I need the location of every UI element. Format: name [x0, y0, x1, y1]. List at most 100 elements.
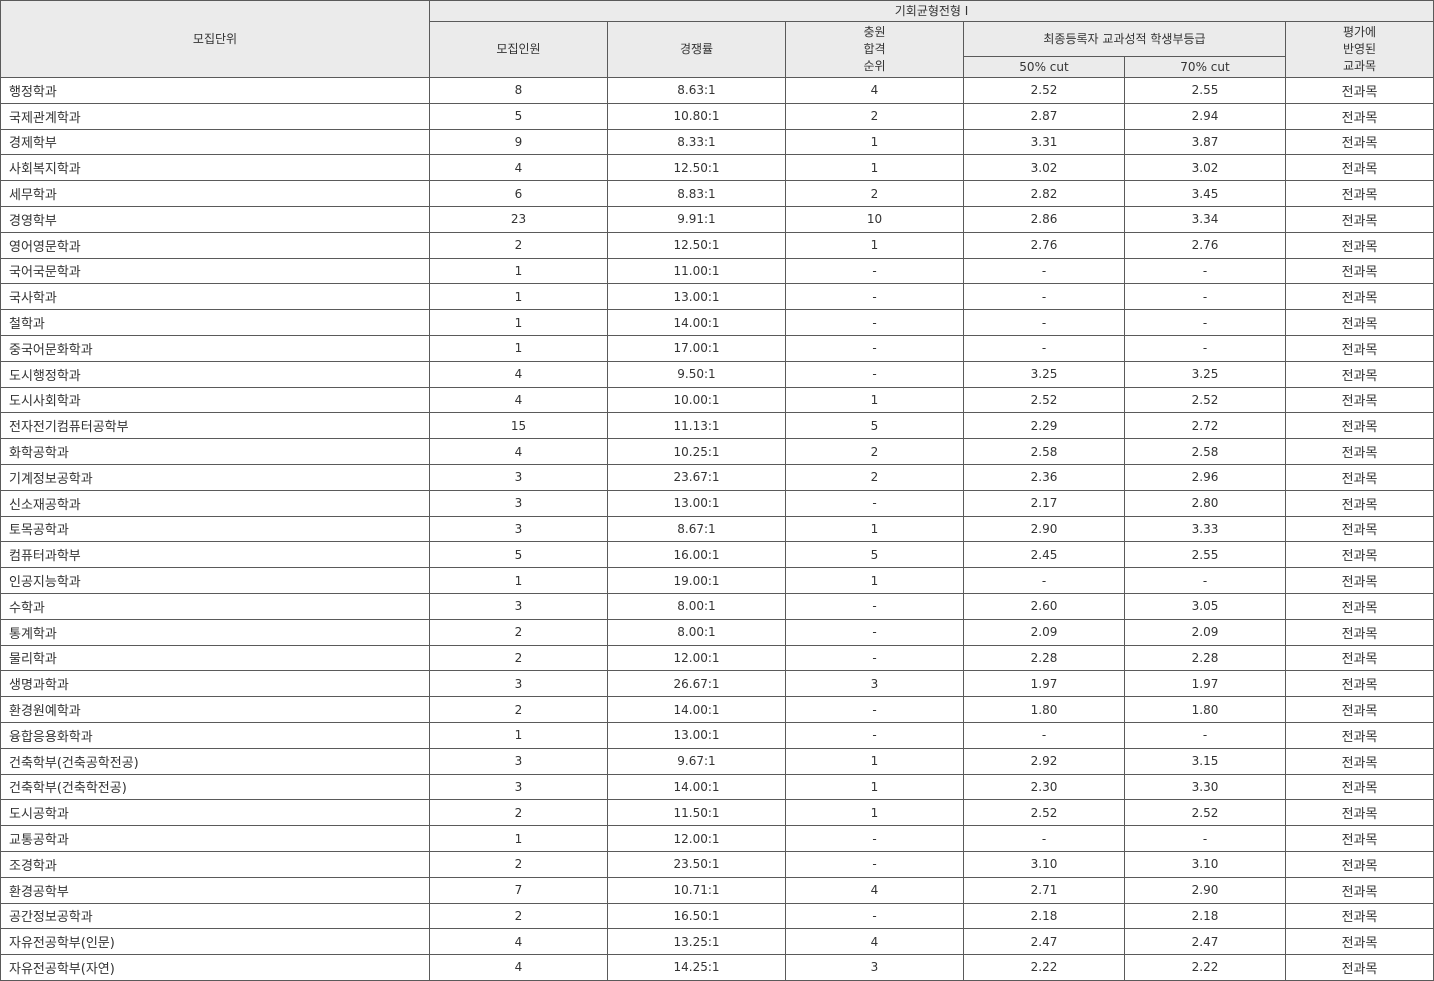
cell-unit: 자유전공학부(자연)	[0, 954, 430, 981]
cell-cut50: 2.87	[963, 102, 1125, 130]
cell-cut70: 2.55	[1124, 541, 1286, 569]
cell-competition-rate: 14.00:1	[607, 773, 786, 801]
cell-rank: -	[785, 257, 964, 285]
cell-rank: 4	[785, 77, 964, 104]
cell-rank: 2	[785, 438, 964, 465]
cell-quota: 6	[429, 180, 608, 207]
cell-cut70: 3.87	[1124, 128, 1286, 156]
cell-competition-rate: 19.00:1	[607, 567, 786, 594]
cell-cut50: 2.71	[963, 876, 1125, 904]
cell-cut50: 2.52	[963, 799, 1125, 827]
cell-cut50: 2.58	[963, 438, 1125, 465]
cell-quota: 3	[429, 489, 608, 517]
cell-subjects: 전과목	[1284, 876, 1434, 904]
cell-cut70: 2.58	[1124, 438, 1286, 465]
cell-rank: -	[785, 721, 964, 749]
cell-cut70: -	[1124, 334, 1286, 362]
cell-unit: 조경학과	[0, 850, 430, 878]
header-subjects-line: 교과목	[1342, 59, 1377, 73]
table-row: 화학공학과 4 10.25:1 2 2.58 2.58 전과목	[0, 438, 1434, 465]
cell-subjects: 전과목	[1284, 515, 1434, 543]
cell-subjects: 전과목	[1284, 799, 1434, 827]
table-row: 생명과학과 3 26.67:1 3 1.97 1.97 전과목	[0, 670, 1434, 698]
cell-unit: 경영학부	[0, 205, 430, 233]
cell-subjects: 전과목	[1284, 721, 1434, 749]
cell-unit: 수학과	[0, 592, 430, 620]
cell-quota: 15	[429, 412, 608, 440]
cell-quota: 5	[429, 541, 608, 569]
cell-subjects: 전과목	[1284, 567, 1434, 594]
cell-quota: 1	[429, 257, 608, 285]
cell-subjects: 전과목	[1284, 489, 1434, 517]
cell-subjects: 전과목	[1284, 386, 1434, 414]
cell-cut70: 2.52	[1124, 799, 1286, 827]
cell-unit: 물리학과	[0, 644, 430, 672]
cell-competition-rate: 16.50:1	[607, 902, 786, 930]
cell-unit: 국제관계학과	[0, 102, 430, 130]
table-row: 전자전기컴퓨터공학부 15 11.13:1 5 2.29 2.72 전과목	[0, 412, 1434, 440]
cell-cut70: -	[1124, 721, 1286, 749]
cell-unit: 도시행정학과	[0, 360, 430, 388]
cell-unit: 철학과	[0, 309, 430, 336]
cell-cut70: 3.34	[1124, 205, 1286, 233]
cell-cut70: -	[1124, 257, 1286, 285]
cell-unit: 사회복지학과	[0, 154, 430, 182]
cell-unit: 토목공학과	[0, 515, 430, 543]
cell-rank: 2	[785, 180, 964, 207]
cell-quota: 1	[429, 334, 608, 362]
cell-cut50: 2.82	[963, 180, 1125, 207]
table-row: 자유전공학부(자연) 4 14.25:1 3 2.22 2.22 전과목	[0, 954, 1434, 981]
cell-unit: 공간정보공학과	[0, 902, 430, 930]
cell-unit: 경제학부	[0, 128, 430, 156]
cell-unit: 융합응용화학과	[0, 721, 430, 749]
cell-cut70: 2.55	[1124, 77, 1286, 104]
cell-unit: 중국어문화학과	[0, 334, 430, 362]
cell-rank: 1	[785, 567, 964, 594]
cell-competition-rate: 8.00:1	[607, 592, 786, 620]
cell-cut50: 2.45	[963, 541, 1125, 569]
cell-quota: 3	[429, 592, 608, 620]
cell-cut50: 2.86	[963, 205, 1125, 233]
cell-cut50: 2.28	[963, 644, 1125, 672]
cell-subjects: 전과목	[1284, 360, 1434, 388]
cell-cut50: 2.76	[963, 231, 1125, 259]
cell-quota: 2	[429, 644, 608, 672]
cell-rank: 4	[785, 876, 964, 904]
cell-subjects: 전과목	[1284, 309, 1434, 336]
table-row: 도시공학과 2 11.50:1 1 2.52 2.52 전과목	[0, 799, 1434, 827]
cell-quota: 3	[429, 670, 608, 698]
cell-unit: 건축학부(건축공학전공)	[0, 747, 430, 775]
table-row: 자유전공학부(인문) 4 13.25:1 4 2.47 2.47 전과목	[0, 928, 1434, 956]
cell-competition-rate: 12.50:1	[607, 154, 786, 182]
cell-quota: 7	[429, 876, 608, 904]
cell-cut70: 2.47	[1124, 928, 1286, 956]
cell-cut50: 2.18	[963, 902, 1125, 930]
cell-unit: 환경원예학과	[0, 696, 430, 723]
cell-unit: 세무학과	[0, 180, 430, 207]
cell-competition-rate: 9.91:1	[607, 205, 786, 233]
cell-cut50: 2.52	[963, 386, 1125, 414]
cell-cut50: 1.80	[963, 696, 1125, 723]
cell-subjects: 전과목	[1284, 747, 1434, 775]
cell-competition-rate: 13.25:1	[607, 928, 786, 956]
cell-subjects: 전과목	[1284, 850, 1434, 878]
cell-cut70: 3.15	[1124, 747, 1286, 775]
cell-subjects: 전과목	[1284, 618, 1434, 646]
table-row: 환경공학부 7 10.71:1 4 2.71 2.90 전과목	[0, 876, 1434, 904]
table-row: 중국어문화학과 1 17.00:1- - - 전과목	[0, 334, 1434, 362]
cell-rank: -	[785, 489, 964, 517]
cell-quota: 2	[429, 850, 608, 878]
cell-cut50: 2.52	[963, 77, 1125, 104]
cell-competition-rate: 11.00:1	[607, 257, 786, 285]
cell-rank: 5	[785, 412, 964, 440]
cell-subjects: 전과목	[1284, 283, 1434, 311]
cell-rank: -	[785, 618, 964, 646]
cell-competition-rate: 9.50:1	[607, 360, 786, 388]
header-rank-line: 합격	[863, 42, 886, 56]
cell-quota: 4	[429, 360, 608, 388]
cell-subjects: 전과목	[1284, 77, 1434, 104]
cell-competition-rate: 8.83:1	[607, 180, 786, 207]
cell-rank: -	[785, 309, 964, 336]
cell-competition-rate: 12.00:1	[607, 825, 786, 852]
cell-quota: 1	[429, 721, 608, 749]
